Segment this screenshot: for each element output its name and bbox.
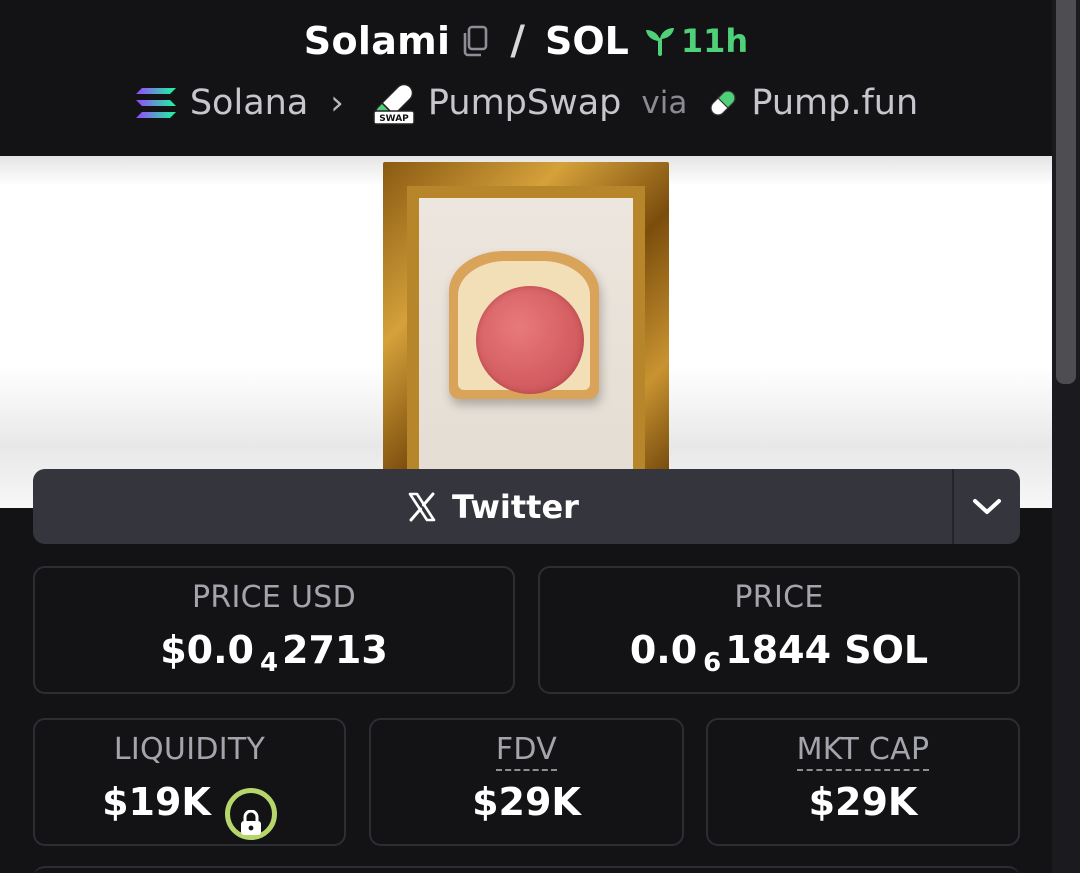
twitter-button[interactable]: Twitter [33,469,952,544]
liquidity-value-row: $19K [35,780,344,840]
price-usd-digits: 2713 [282,628,388,672]
chevron-down-icon [972,497,1002,517]
price-native-label: PRICE [734,580,824,615]
lock-icon [239,801,263,835]
pair-separator: / [510,18,525,64]
quote-symbol: SOL [544,19,629,63]
breadcrumb: Solana › SWAP PumpSwap via Pump.fun [0,78,1052,128]
price-native-zero-count: 6 [703,648,722,678]
price-native-value: 0.0 6 1844 SOL [540,628,1018,678]
price-usd-zero-count: 4 [259,648,279,678]
mkt-cap-value: $29K [808,780,918,824]
picture-frame [383,162,669,482]
price-native-prefix: 0.0 [629,628,698,672]
socials-dropdown-toggle[interactable] [952,469,1020,544]
token-name[interactable]: Solami [304,19,451,63]
chain-name[interactable]: Solana [190,83,308,123]
liquidity-value: $19K [102,780,211,824]
fdv-value: $29K [472,780,581,824]
via-label: via [641,85,688,121]
x-icon [406,491,438,523]
copy-icon[interactable] [460,24,490,58]
scrollbar-thumb[interactable] [1056,0,1076,384]
solana-icon [134,85,178,121]
next-section-edge [33,866,1020,873]
pair-age-label: 11h [680,22,749,60]
mkt-cap-card[interactable]: MKT CAP $29K [706,718,1020,846]
socials-bar: Twitter [33,469,1020,544]
fdv-card[interactable]: FDV $29K [369,718,684,846]
liquidity-lock-badge[interactable] [224,788,277,840]
pill-icon [707,87,739,119]
price-native-card: PRICE 0.0 6 1844 SOL [538,566,1020,694]
bread-slice [449,251,599,399]
twitter-label: Twitter [452,487,579,526]
sprout-icon [643,26,677,56]
pumpswap-icon: SWAP [372,81,416,125]
chevron-right-icon: › [330,83,344,123]
token-banner-image [0,156,1052,508]
launchpad-name[interactable]: Pump.fun [751,83,918,123]
price-usd-label: PRICE USD [191,580,357,615]
salami-slice [476,286,584,394]
liquidity-label: LIQUIDITY [113,732,266,767]
page-scrollbar[interactable] [1052,0,1080,873]
price-usd-prefix: $0.0 [160,628,254,672]
mkt-cap-label: MKT CAP [708,732,1018,771]
fdv-label: FDV [371,732,682,771]
pair-title-row: Solami / SOL 11h [0,16,1052,66]
price-usd-value: $0.0 4 2713 [35,628,513,678]
pair-header: Solami / SOL 11h Solana › SWAP PumpSwap … [0,0,1052,156]
price-native-digits: 1844 SOL [725,628,929,672]
pumpswap-badge-text: SWAP [379,114,409,124]
token-page: Solami / SOL 11h Solana › SWAP PumpSwap … [0,0,1080,873]
dex-name[interactable]: PumpSwap [428,83,622,123]
price-usd-card: PRICE USD $0.0 4 2713 [33,566,515,694]
pair-age: 11h [643,22,748,60]
liquidity-card: LIQUIDITY $19K [33,718,346,846]
